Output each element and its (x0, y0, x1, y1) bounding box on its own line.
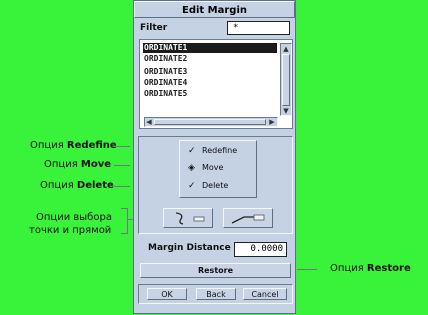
ordinate-list[interactable]: ORDINATE1 ORDINATE2 ORDINATE3 ORDINATE4 … (139, 39, 293, 129)
margin-distance-input[interactable]: 0.0000 (234, 242, 287, 257)
annotation-delete-line (114, 186, 130, 187)
option-redefine[interactable]: ✓ Redefine (188, 143, 237, 159)
annotation-restore-line (297, 269, 317, 270)
pick-line-icon (231, 214, 265, 224)
option-radio-group: ✓ Redefine ◈ Move ✓ Delete (179, 140, 257, 198)
scroll-down-icon[interactable]: ▼ (281, 106, 291, 115)
annotation-pick-bracket (121, 208, 128, 234)
pick-line-button[interactable] (223, 208, 273, 228)
annotation-delete: Опция Delete (40, 180, 114, 191)
options-frame: ✓ Redefine ◈ Move ✓ Delete (138, 136, 293, 234)
check-icon: ✓ (188, 146, 196, 156)
annotation-move: Опция Move (44, 159, 112, 170)
list-item[interactable]: ORDINATE4 (143, 78, 277, 88)
scroll-right-icon[interactable]: ▶ (268, 117, 276, 126)
dialog-title: Edit Margin (134, 1, 295, 18)
margin-distance-label: Margin Distance (148, 243, 231, 253)
scroll-up-icon[interactable]: ▲ (281, 44, 291, 53)
list-item[interactable]: ORDINATE3 (143, 67, 277, 77)
scroll-left-icon[interactable]: ◀ (145, 117, 153, 126)
annotation-redefine: Опция Redefine (30, 140, 117, 151)
filter-input[interactable]: * (227, 21, 290, 35)
horizontal-scroll-thumb[interactable] (154, 119, 266, 125)
list-item[interactable]: ORDINATE1 (143, 43, 277, 53)
annotation-restore: Опция Restore (330, 263, 411, 274)
annotation-pick-options: Опции выбора точки и прямой (29, 212, 112, 236)
annotation-move-line (114, 165, 130, 166)
pick-point-button[interactable] (163, 208, 213, 228)
option-move[interactable]: ◈ Move (188, 160, 223, 176)
back-button[interactable]: Back (196, 288, 236, 300)
horizontal-scrollbar[interactable]: ◀ ▶ (144, 117, 278, 127)
list-item[interactable]: ORDINATE5 (143, 89, 277, 99)
check-icon: ✓ (188, 181, 196, 191)
vertical-scroll-thumb[interactable] (282, 54, 290, 106)
radio-selected-icon: ◈ (188, 163, 195, 173)
vertical-scrollbar[interactable]: ▲ ▼ (280, 43, 292, 116)
restore-button[interactable]: Restore (140, 263, 291, 278)
pick-point-icon (175, 212, 205, 225)
list-item[interactable]: ORDINATE2 (143, 54, 277, 64)
cancel-button[interactable]: Cancel (243, 288, 287, 300)
edit-margin-dialog: Edit Margin Filter * ORDINATE1 ORDINATE2… (133, 0, 296, 314)
bottom-button-bar: OK Back Cancel (138, 284, 293, 304)
annotation-redefine-line (114, 146, 130, 147)
filter-label: Filter (140, 23, 168, 33)
option-delete[interactable]: ✓ Delete (188, 178, 228, 194)
ok-button[interactable]: OK (147, 288, 187, 300)
